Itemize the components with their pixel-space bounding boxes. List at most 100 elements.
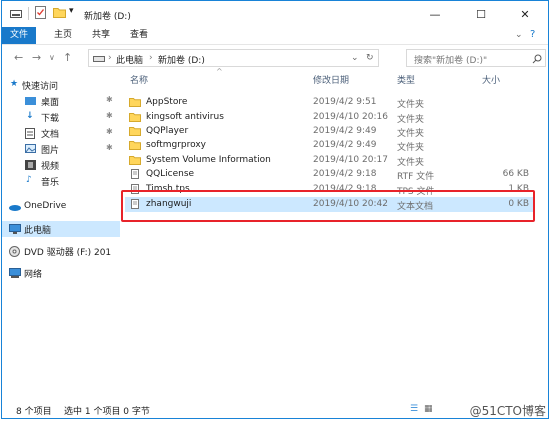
file-row[interactable]: QQLicense 2019/4/2 9:18 RTF 文件 66 KB	[125, 167, 533, 182]
sidebar-item-desktop[interactable]: 桌面 ✱	[2, 93, 120, 109]
file-name: AppStore	[146, 97, 188, 107]
file-date: 2019/4/10 20:16	[313, 112, 388, 122]
file-row[interactable]: softmgrproxy 2019/4/2 9:49 文件夹	[125, 138, 533, 153]
tab-file[interactable]: 文件	[2, 27, 36, 44]
breadcrumb-drive[interactable]: 新加卷 (D:)	[158, 53, 205, 66]
explorer-window: ▾ 新加卷 (D:) — ☐ ✕ 文件 主页 共享 查看 ⌄ ? ← → ∨ ↑…	[1, 0, 549, 419]
sidebar-item-quick-access[interactable]: ★ 快速访问	[2, 77, 120, 93]
folder-icon	[129, 141, 141, 150]
tab-share[interactable]: 共享	[86, 27, 116, 44]
customize-quick-access-icon[interactable]: ▾	[69, 6, 74, 16]
close-button[interactable]: ✕	[502, 1, 548, 27]
documents-icon	[25, 128, 35, 139]
videos-icon	[25, 160, 36, 170]
search-placeholder: 搜索"新加卷 (D:)"	[414, 56, 488, 66]
details-view-icon[interactable]: ☰	[410, 404, 418, 414]
file-list: ^ 名称 修改日期 类型 大小 AppStore 2019/4/2 9:51 文件夹…	[121, 67, 549, 396]
red-highlight-box	[121, 190, 535, 222]
file-name: QQPlayer	[146, 126, 189, 136]
large-icons-view-icon[interactable]: ▦	[424, 404, 433, 414]
sidebar-item-label: 网络	[24, 270, 43, 280]
sidebar-item-label: 桌面	[41, 98, 60, 108]
minimize-button[interactable]: —	[412, 1, 458, 27]
sidebar-item-label: OneDrive	[24, 201, 67, 211]
tab-view[interactable]: 查看	[124, 27, 154, 44]
sidebar-item-network[interactable]: 网络	[2, 265, 120, 281]
checkmark-document-icon[interactable]	[35, 6, 46, 19]
file-row[interactable]: AppStore 2019/4/2 9:51 文件夹	[125, 95, 533, 110]
column-header-date[interactable]: 修改日期	[313, 73, 349, 86]
sidebar-item-onedrive[interactable]: OneDrive	[2, 199, 120, 215]
sidebar-item-documents[interactable]: 文档 ✱	[2, 125, 120, 141]
breadcrumb-this-pc[interactable]: 此电脑	[116, 53, 143, 66]
address-dropdown-icon[interactable]: ⌄	[351, 53, 359, 63]
selection-info: 选中 1 个项目 0 字节	[64, 407, 150, 417]
forward-icon[interactable]: →	[32, 51, 41, 64]
pin-icon: ✱	[106, 143, 113, 152]
sidebar-item-label: 视频	[41, 162, 60, 172]
pictures-icon	[25, 144, 36, 153]
new-folder-icon[interactable]	[53, 7, 66, 18]
sidebar-item-label: 文档	[41, 130, 60, 140]
sidebar-item-downloads[interactable]: ↓ 下载 ✱	[2, 109, 120, 125]
address-bar[interactable]: › 此电脑 › 新加卷 (D:) ⌄ ↻	[88, 49, 379, 67]
search-icon[interactable]	[532, 54, 542, 64]
folder-icon	[129, 98, 141, 107]
file-date: 2019/4/2 9:51	[313, 97, 377, 107]
help-icon[interactable]: ?	[530, 29, 535, 40]
sidebar-item-music[interactable]: ♪ 音乐	[2, 173, 120, 189]
navigation-pane: ★ 快速访问 桌面 ✱ ↓ 下载 ✱ 文档 ✱ 图片 ✱ 视频 ♪ 音乐 One…	[2, 71, 120, 396]
column-header-size[interactable]: 大小	[482, 73, 500, 86]
up-icon[interactable]: ↑	[63, 51, 72, 64]
pin-icon: ✱	[106, 95, 113, 104]
sidebar-item-label: 下载	[41, 114, 60, 124]
window-title: 新加卷 (D:)	[84, 12, 131, 22]
file-type: RTF 文件	[397, 172, 435, 182]
file-size: 66 KB	[502, 169, 529, 179]
drive-icon	[93, 56, 105, 62]
maximize-button[interactable]: ☐	[458, 1, 504, 27]
file-row[interactable]: System Volume Information 2019/4/10 20:17…	[125, 153, 533, 168]
folder-icon	[129, 127, 141, 136]
file-name: softmgrproxy	[146, 140, 207, 150]
dvd-drive-icon	[9, 246, 20, 257]
sidebar-item-label: 音乐	[41, 178, 60, 188]
file-date: 2019/4/2 9:49	[313, 126, 377, 136]
sidebar-item-label: 此电脑	[24, 226, 52, 236]
file-row[interactable]: QQPlayer 2019/4/2 9:49 文件夹	[125, 124, 533, 139]
toolbar-divider	[28, 7, 29, 20]
file-date: 2019/4/2 9:18	[313, 169, 377, 179]
sort-indicator-icon: ^	[216, 67, 223, 76]
sidebar-item-label: 快速访问	[22, 82, 59, 92]
pin-icon: ✱	[106, 127, 113, 136]
sidebar-item-dvd[interactable]: DVD 驱动器 (F:) 201	[2, 243, 120, 259]
refresh-icon[interactable]: ↻	[366, 53, 374, 63]
sidebar-item-pictures[interactable]: 图片 ✱	[2, 141, 120, 157]
expand-ribbon-icon[interactable]: ⌄	[515, 30, 523, 40]
computer-icon	[9, 224, 21, 234]
watermark: @51CTO博客	[469, 404, 546, 418]
file-name: QQLicense	[146, 169, 195, 179]
sidebar-item-this-pc[interactable]: 此电脑	[2, 221, 120, 237]
sidebar-item-videos[interactable]: 视频	[2, 157, 120, 173]
back-icon[interactable]: ←	[14, 51, 23, 64]
file-name: kingsoft antivirus	[146, 112, 224, 122]
recent-locations-icon[interactable]: ∨	[49, 53, 55, 62]
properties-icon[interactable]	[10, 8, 22, 18]
status-bar: 8 个项目 选中 1 个项目 0 字节 ☰ ▦	[2, 401, 548, 419]
network-icon	[9, 268, 21, 278]
column-header-name[interactable]: 名称	[130, 73, 148, 86]
search-box[interactable]: 搜索"新加卷 (D:)"	[406, 49, 546, 67]
navigation-bar: ← → ∨ ↑ › 此电脑 › 新加卷 (D:) ⌄ ↻ 搜索"新加卷 (D:)…	[2, 45, 548, 71]
folder-icon	[129, 156, 141, 165]
folder-icon	[129, 113, 141, 122]
tab-home[interactable]: 主页	[48, 27, 78, 44]
item-count: 8 个项目	[16, 407, 52, 417]
column-header-type[interactable]: 类型	[397, 73, 415, 86]
file-row[interactable]: kingsoft antivirus 2019/4/10 20:16 文件夹	[125, 110, 533, 125]
sidebar-item-label: 图片	[41, 146, 60, 156]
breadcrumb-separator: ›	[108, 53, 112, 63]
file-type: 文件夹	[397, 143, 425, 153]
document-icon	[131, 169, 139, 179]
title-bar: ▾ 新加卷 (D:) — ☐ ✕	[2, 1, 548, 27]
